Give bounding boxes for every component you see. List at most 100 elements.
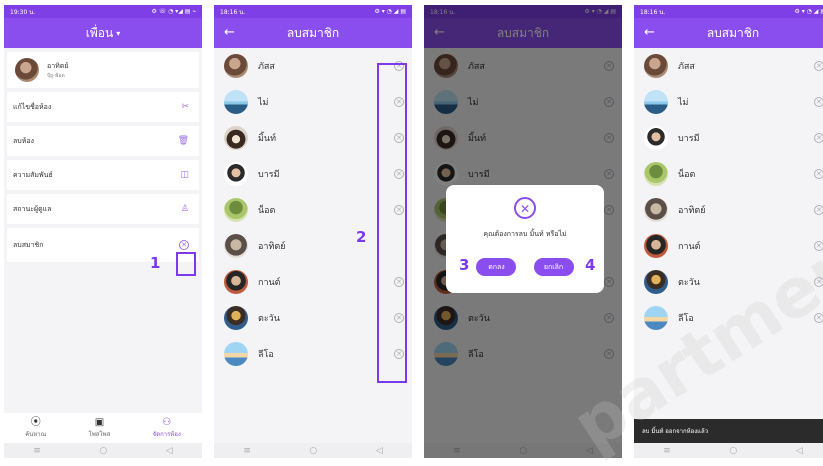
avatar — [644, 54, 668, 78]
app-bar: เพื่อน ▾ — [4, 18, 202, 48]
home-icon[interactable]: ○ — [729, 446, 737, 456]
remove-member-icon[interactable]: ✕ — [814, 241, 823, 251]
back-icon[interactable]: ◁ — [166, 446, 173, 456]
member-row: กานต์ ✕ — [634, 228, 823, 264]
contact-card-icon: ◫ — [180, 170, 189, 180]
option-relationship[interactable]: ความสัมพันธ์ ◫ — [7, 160, 199, 190]
remove-member-icon[interactable]: ✕ — [814, 133, 823, 143]
tab-manage-room[interactable]: ⚇ จัดการห้อง — [153, 417, 181, 439]
option-label: สถานะผู้ดูแล — [13, 204, 52, 213]
home-icon[interactable]: ○ — [99, 446, 107, 456]
profile-card[interactable]: อาทิตย์ ปุ้ยู-ฟ้อด — [7, 52, 199, 88]
annotation-box-1 — [176, 252, 196, 276]
remove-member-icon[interactable]: ✕ — [814, 277, 823, 287]
avatar — [644, 306, 668, 330]
option-delete-room[interactable]: ลบห้อง 🗑 — [7, 126, 199, 156]
member-name: อาทิตย์ — [678, 206, 706, 216]
member-row: ภัสส ✕ — [634, 48, 823, 84]
member-row: ลีโอ ✕ — [634, 300, 823, 336]
avatar — [644, 90, 668, 114]
member-name: ภัสส — [678, 62, 695, 72]
member-name: ลีโอ — [258, 350, 274, 360]
option-label: ความสัมพันธ์ — [13, 170, 53, 179]
remove-member-icon[interactable]: ✕ — [814, 169, 823, 179]
option-rename-room[interactable]: แก้ไขชื่อห้อง ✂ — [7, 92, 199, 122]
app-bar: ← ลบสมาชิก — [214, 18, 412, 48]
member-name: ไม่ — [678, 98, 689, 108]
remove-member-icon[interactable]: ✕ — [814, 313, 823, 323]
avatar — [644, 270, 668, 294]
tab-posts[interactable]: ▣ โพสโพส — [89, 417, 111, 439]
screen-member-removed: 18:16 น. ⚙ ▾ ◔ ◢ ▤ ← ลบสมาชิก ภัสส ✕ ไม่ ✕ บ… — [634, 5, 823, 458]
home-icon[interactable]: ○ — [309, 446, 317, 456]
menu-icon[interactable]: ≡ — [243, 446, 251, 456]
remove-member-icon[interactable]: ✕ — [814, 205, 823, 215]
tab-label: ค้นหาณ — [25, 431, 47, 438]
back-icon[interactable]: ◁ — [796, 446, 803, 456]
group-icon: ⚇ — [162, 417, 172, 428]
member-name: กานต์ — [678, 242, 701, 252]
member-name: ตะวัน — [678, 278, 700, 288]
member-name: ลีโอ — [678, 314, 694, 324]
confirm-dialog: ✕ คุณต้องการลบ มิ้นท์ หรือไม่ ตกลง ยกเลิ… — [446, 185, 604, 293]
annotation-number-4: 4 — [585, 256, 596, 274]
cancel-button[interactable]: ยกเลิก — [533, 258, 574, 276]
annotation-number-2: 2 — [356, 228, 367, 246]
remove-member-icon[interactable]: ✕ — [814, 97, 823, 107]
back-arrow-icon[interactable]: ← — [224, 24, 235, 42]
status-bar: 18:16 น. ⚙ ▾ ◔ ◢ ▤ — [634, 5, 823, 18]
chevron-down-icon[interactable]: ▾ — [116, 29, 120, 38]
member-list: ภัสส ✕ ไม่ ✕ บารมี ✕ น็อต ✕ อาทิตย์ ✕ กานต์ ✕ ตะวัน ✕… — [634, 48, 823, 336]
back-arrow-icon[interactable]: ← — [644, 24, 655, 42]
page-title: ลบสมาชิก — [706, 25, 760, 40]
admin-user-icon: ♙ — [180, 204, 189, 214]
confirm-button[interactable]: ตกลง — [476, 258, 517, 276]
status-time: 19:30 น. — [10, 8, 36, 16]
profile-subtitle: ปุ้ยู-ฟ้อด — [47, 72, 65, 79]
avatar — [224, 126, 248, 150]
menu-icon[interactable]: ≡ — [33, 446, 41, 456]
member-name: มิ้นท์ — [258, 134, 277, 144]
member-name: ไม่ — [258, 98, 269, 108]
option-admin-status[interactable]: สถานะผู้ดูแล ♙ — [7, 194, 199, 224]
post-icon: ▣ — [94, 417, 105, 428]
status-icons: ⚙ ▾ ◔ ◢ ▤ — [374, 8, 406, 15]
system-nav-bar: ≡ ○ ◁ — [634, 443, 823, 458]
tab-search[interactable]: ⦿ ค้นหาณ — [25, 417, 46, 439]
member-name: ภัสส — [258, 62, 275, 72]
page-title[interactable]: เพื่อน — [86, 24, 113, 43]
avatar — [224, 306, 248, 330]
remove-circle-icon: ✕ — [514, 197, 536, 219]
avatar — [224, 54, 248, 78]
dialog-message: คุณต้องการลบ มิ้นท์ หรือไม่ — [483, 230, 567, 238]
status-icons: ⚙ ☏ ◔ ▾◢ ▤ ⌁ — [151, 8, 196, 15]
menu-icon[interactable]: ≡ — [663, 446, 671, 456]
system-nav-bar: ≡ ○ ◁ — [4, 443, 202, 458]
remove-circle-icon[interactable]: ✕ — [179, 240, 189, 250]
tab-label: จัดการห้อง — [152, 431, 181, 438]
remove-member-icon[interactable]: ✕ — [814, 61, 823, 71]
avatar — [224, 270, 248, 294]
annotation-number-1: 1 — [150, 254, 161, 272]
trash-icon: 🗑 — [177, 136, 189, 146]
avatar — [644, 234, 668, 258]
location-pin-icon: ⦿ — [30, 417, 41, 428]
option-label: แก้ไขชื่อห้อง — [13, 102, 52, 111]
tab-label: โพสโพส — [88, 431, 111, 438]
member-name: ตะวัน — [258, 314, 280, 324]
scissors-icon: ✂ — [181, 102, 189, 112]
back-icon[interactable]: ◁ — [376, 446, 383, 456]
status-bar: 18:16 น. ⚙ ▾ ◔ ◢ ▤ — [214, 5, 412, 18]
toast-message: ลบ มิ้นท์ ออกจากห้องแล้ว — [634, 419, 823, 443]
annotation-box-2 — [377, 63, 407, 383]
member-row: น็อต ✕ — [634, 156, 823, 192]
avatar — [644, 126, 668, 150]
status-time: 18:16 น. — [220, 8, 246, 16]
screen-confirm-remove: 18:16 น. ⚙ ▾ ◔ ◢ ▤ ← ลบสมาชิก ภัสส✕ไม่✕ม… — [424, 5, 622, 458]
avatar — [644, 162, 668, 186]
avatar — [224, 198, 248, 222]
option-remove-member[interactable]: ลบสมาชิก ✕ — [7, 228, 199, 262]
system-nav-bar: ≡ ○ ◁ — [214, 443, 412, 458]
avatar — [644, 198, 668, 222]
member-name: น็อต — [678, 170, 696, 180]
